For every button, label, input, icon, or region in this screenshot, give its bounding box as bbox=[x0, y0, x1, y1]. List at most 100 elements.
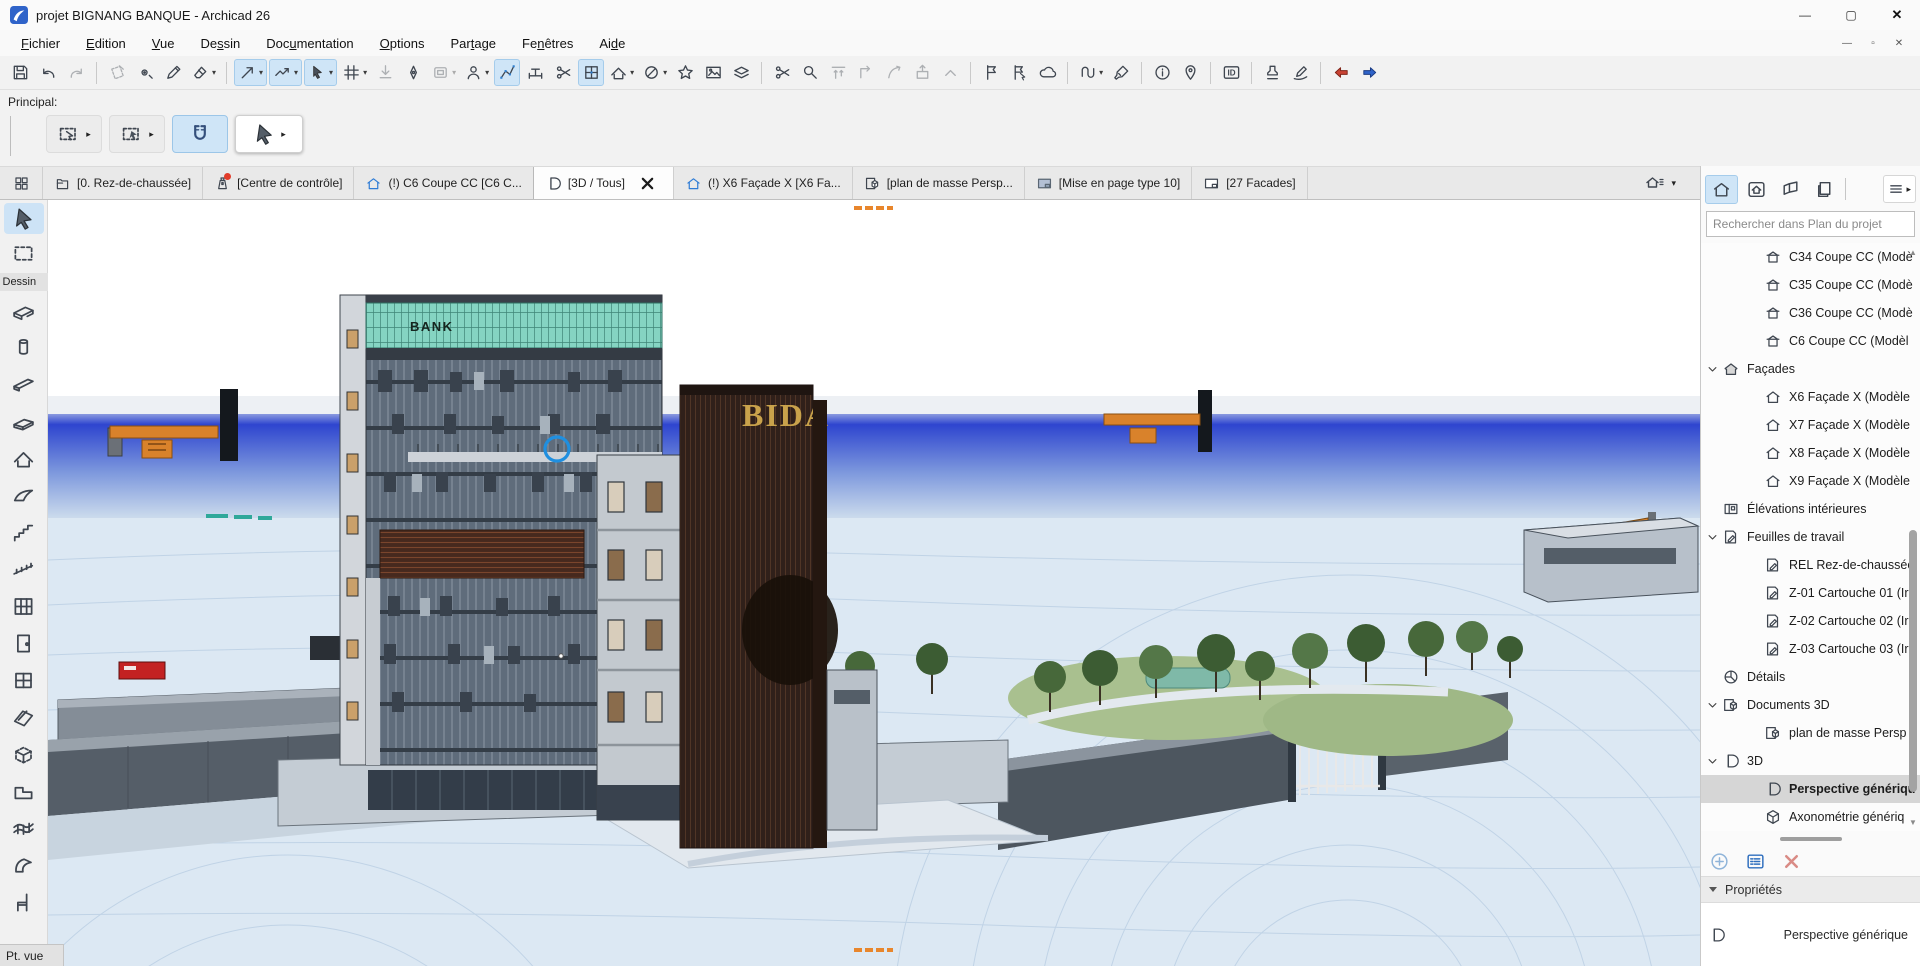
menu-item[interactable]: Partage bbox=[437, 30, 509, 56]
toolbox-tool[interactable] bbox=[4, 203, 44, 234]
toolbox-tool[interactable] bbox=[4, 850, 44, 881]
toolbox-tool[interactable] bbox=[4, 443, 44, 474]
tree-item[interactable]: Z-03 Cartouche 03 (Ir bbox=[1701, 635, 1920, 663]
navigator-map-button[interactable] bbox=[1775, 176, 1806, 203]
toolbar-button[interactable]: ▾ bbox=[160, 59, 186, 86]
menu-item[interactable]: Fichier bbox=[8, 30, 73, 56]
view-tab[interactable]: (!) X6 Façade X [X6 Fa... bbox=[674, 167, 853, 199]
menu-item[interactable]: Vue bbox=[139, 30, 188, 56]
menu-item[interactable]: Options bbox=[367, 30, 438, 56]
toolbox-tool[interactable] bbox=[4, 369, 44, 400]
toolbar-button[interactable]: ▾ bbox=[522, 59, 548, 86]
navigator-action-button[interactable] bbox=[1709, 851, 1730, 872]
navigator-map-button[interactable] bbox=[1705, 175, 1738, 204]
chevron-down-icon[interactable] bbox=[1705, 698, 1720, 713]
toolbar-button[interactable]: ▾ bbox=[372, 59, 398, 86]
navigator-menu-button[interactable]: ▸ bbox=[1883, 175, 1916, 203]
viewport-3d[interactable]: BANK bbox=[48, 200, 1700, 966]
tree-item[interactable]: Axonométrie génériq bbox=[1701, 803, 1920, 831]
toolbox-tool[interactable] bbox=[4, 702, 44, 733]
view-tab[interactable]: [3D / Tous] bbox=[533, 167, 674, 199]
toolbox-tool[interactable] bbox=[4, 665, 44, 696]
view-tab[interactable]: [plan de masse Persp... bbox=[853, 167, 1025, 199]
properties-header[interactable]: Propriétés bbox=[1701, 876, 1920, 903]
toolbar-button[interactable]: ▾ bbox=[1251, 62, 1252, 84]
toolbar-button[interactable]: ▾ bbox=[1075, 59, 1106, 86]
view-tab[interactable]: [0. Rez-de-chaussée] bbox=[43, 167, 203, 199]
toolbar-button[interactable]: ▾ bbox=[1356, 59, 1382, 86]
scrollbar-thumb[interactable] bbox=[1909, 530, 1917, 792]
toolbar-button[interactable]: ▾ bbox=[1259, 59, 1285, 86]
tree-item[interactable]: Perspective génériqu bbox=[1701, 775, 1920, 803]
toolbar-button[interactable]: ▾ bbox=[797, 59, 823, 86]
tree-item[interactable]: Documents 3D bbox=[1701, 691, 1920, 719]
tree-item[interactable]: Façades bbox=[1701, 355, 1920, 383]
navigator-action-button[interactable] bbox=[1781, 851, 1802, 872]
toolbar-button[interactable]: ▾ bbox=[761, 62, 762, 84]
principal-button[interactable]: ▸ bbox=[46, 115, 102, 153]
toolbar-button[interactable]: ▾ bbox=[825, 59, 851, 86]
toolbar-button[interactable]: ▾ bbox=[978, 59, 1004, 86]
toolbox-tool[interactable] bbox=[4, 332, 44, 363]
view-tab[interactable]: (!) C6 Coupe CC [C6 C... bbox=[354, 167, 533, 199]
toolbar-button[interactable]: ▾ bbox=[672, 59, 698, 86]
toolbar-button[interactable]: ▾ bbox=[1067, 62, 1068, 84]
toolbar-button[interactable]: ▾ bbox=[428, 59, 459, 86]
principal-button[interactable]: ▸ bbox=[235, 115, 303, 153]
toolbox-tool[interactable] bbox=[4, 776, 44, 807]
chevron-down-icon[interactable] bbox=[1705, 754, 1720, 769]
principal-button[interactable]: ▸ bbox=[109, 115, 165, 153]
toolbar-button[interactable]: ▾ bbox=[1320, 62, 1321, 84]
minimize-button[interactable]: — bbox=[1782, 0, 1828, 30]
toolbox-tool[interactable] bbox=[4, 406, 44, 437]
toolbar-button[interactable]: ▾ bbox=[700, 59, 726, 86]
principal-button[interactable]: ▸ bbox=[172, 115, 228, 153]
maximize-button[interactable]: ▢ bbox=[1828, 0, 1874, 30]
view-tab[interactable]: [Centre de contrôle] bbox=[203, 167, 354, 199]
tree-item[interactable]: Feuilles de travail bbox=[1701, 523, 1920, 551]
toolbar-button[interactable]: ▾ bbox=[188, 59, 219, 86]
tree-item[interactable]: REL Rez-de-chaussée bbox=[1701, 551, 1920, 579]
toolbar-button[interactable]: ▾ bbox=[132, 59, 158, 86]
toolbar-button[interactable]: ▾ bbox=[550, 59, 576, 86]
tree-item[interactable]: X9 Façade X (Modèle bbox=[1701, 467, 1920, 495]
toolbar-button[interactable]: ▾ bbox=[400, 59, 426, 86]
tree-item[interactable]: X7 Façade X (Modèle bbox=[1701, 411, 1920, 439]
view-tab[interactable]: [27 Facades] bbox=[1192, 167, 1307, 199]
navigator-search-input[interactable] bbox=[1706, 211, 1915, 237]
toolbar-button[interactable]: ▾ bbox=[1141, 62, 1142, 84]
toolbar-button[interactable]: ▾ bbox=[970, 62, 971, 84]
tab-close-icon[interactable] bbox=[639, 175, 656, 192]
toolbar-button[interactable]: ▾ bbox=[63, 59, 89, 86]
toolbar-button[interactable]: ▾ bbox=[937, 59, 963, 86]
scroll-down-arrow[interactable]: ▼ bbox=[1906, 815, 1920, 829]
toolbox-tool[interactable] bbox=[4, 739, 44, 770]
menu-item[interactable]: Documentation bbox=[253, 30, 366, 56]
toolbox-tool[interactable] bbox=[4, 591, 44, 622]
toolbar-button[interactable]: ▾ bbox=[234, 59, 267, 86]
tree-item[interactable]: plan de masse Persp bbox=[1701, 719, 1920, 747]
toolbox-tool[interactable] bbox=[4, 295, 44, 326]
toolbar-button[interactable]: ▾ bbox=[269, 59, 302, 86]
tree-item[interactable]: Détails bbox=[1701, 663, 1920, 691]
toolbar-button[interactable]: ▾ bbox=[1177, 59, 1203, 86]
doc-close-button[interactable]: ✕ bbox=[1886, 31, 1912, 55]
toolbar-button[interactable]: ▾ bbox=[639, 59, 670, 86]
toolbar-button[interactable]: ▾ bbox=[104, 59, 130, 86]
toolbar-button[interactable]: ▾ bbox=[1210, 62, 1211, 84]
toolbar-button[interactable]: ▾ bbox=[35, 59, 61, 86]
navigator-map-button[interactable] bbox=[1809, 176, 1840, 203]
toolbox-tool[interactable] bbox=[4, 887, 44, 918]
toolbar-button[interactable]: ▾ bbox=[1149, 59, 1175, 86]
toolbox-tool[interactable] bbox=[4, 238, 44, 269]
doc-minimize-button[interactable]: — bbox=[1834, 31, 1860, 55]
tree-item[interactable]: C36 Coupe CC (Modè bbox=[1701, 299, 1920, 327]
toolbar-button[interactable]: ▾ bbox=[853, 59, 879, 86]
toolbox-tool[interactable] bbox=[4, 554, 44, 585]
toolbox-tool[interactable] bbox=[4, 628, 44, 659]
toolbar-button[interactable]: ▾ bbox=[461, 59, 492, 86]
panel-splitter[interactable] bbox=[1701, 831, 1920, 846]
tree-item[interactable]: Z-01 Cartouche 01 (Ir bbox=[1701, 579, 1920, 607]
doc-restore-button[interactable]: ▫ bbox=[1860, 31, 1886, 55]
toolbar-button[interactable]: ▾ bbox=[1328, 59, 1354, 86]
